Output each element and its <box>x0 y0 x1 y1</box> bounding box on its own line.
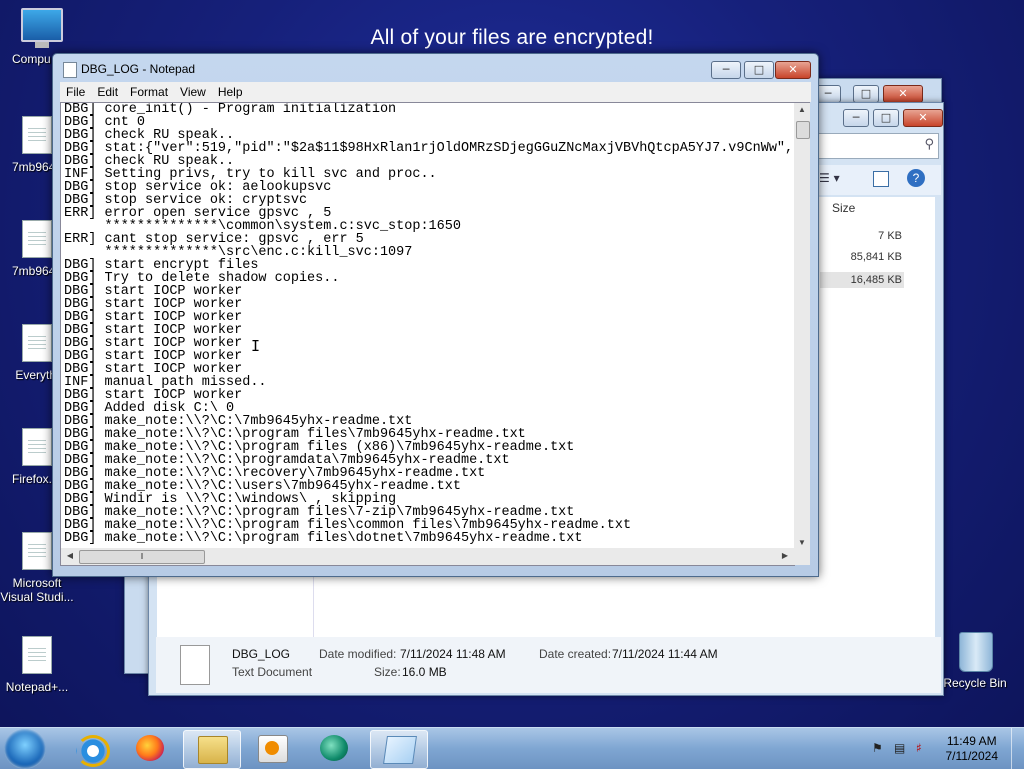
size-grip[interactable] <box>794 548 810 565</box>
menu-view[interactable]: View <box>174 82 212 99</box>
size-column-header[interactable]: Size <box>832 201 855 215</box>
taskbar-notepad[interactable] <box>370 730 428 769</box>
scroll-up-icon[interactable]: ▲ <box>794 105 810 114</box>
details-created-label: Date created: <box>539 647 612 661</box>
vertical-scrollbar[interactable]: ▲ ▼ <box>794 102 810 550</box>
menu-format[interactable]: Format <box>124 82 174 99</box>
maximize-button[interactable]: □ <box>853 85 879 103</box>
desktop-icon-label: Microsoft Visual Studi... <box>0 576 74 604</box>
scroll-down-icon[interactable]: ▼ <box>794 538 810 547</box>
text-document-icon <box>180 645 210 685</box>
details-created-value: 7/11/2024 11:44 AM <box>612 647 718 661</box>
desktop-icon-label: Recycle Bin <box>943 676 1007 690</box>
text-editor[interactable]: DBG] core_init() - Program initializatio… <box>60 102 795 550</box>
clock[interactable]: 11:49 AM 7/11/2024 <box>946 734 999 764</box>
computer-icon <box>21 8 63 48</box>
maximize-button[interactable]: □ <box>744 61 774 79</box>
maximize-button[interactable]: □ <box>873 109 899 127</box>
notepad-window[interactable]: DBG_LOG - Notepad ─ □ ✕ File Edit Format Vi… <box>52 53 819 577</box>
taskbar-media-player[interactable] <box>244 730 300 767</box>
scrollbar-thumb[interactable] <box>796 121 810 139</box>
start-button[interactable] <box>4 729 46 769</box>
desktop-icon-label: Notepad+... <box>5 680 69 694</box>
text-file-icon <box>21 220 53 260</box>
file-icon <box>21 324 53 364</box>
size-cell-selected: 16,485 KB <box>820 272 904 288</box>
details-pane: DBG_LOG Text Document Date modified: 7/1… <box>156 637 941 693</box>
recycle-bin-icon <box>959 632 993 672</box>
search-icon: ⚲ <box>924 137 934 152</box>
file-icon <box>21 428 53 468</box>
desktop-icon-notepad-plus[interactable]: Notepad+... <box>0 636 74 694</box>
details-size-value: 16.0 MB <box>402 665 447 679</box>
details-modified-label: Date modified: <box>319 647 397 661</box>
close-button[interactable]: ✕ <box>883 85 923 103</box>
file-icon <box>21 532 53 572</box>
log-line: DBG] make_note:\\?\C:\program files\dotn… <box>64 531 583 546</box>
notepad-icon <box>63 62 77 78</box>
taskbar-file-explorer[interactable] <box>183 730 241 769</box>
menu-file[interactable]: File <box>60 82 91 99</box>
folder-icon <box>198 736 228 764</box>
network-icon[interactable]: ▤ <box>894 741 908 755</box>
notepad-icon <box>383 736 417 764</box>
taskbar: ⚑ ▤ ♯ 11:49 AM 7/11/2024 <box>0 727 1024 769</box>
taskbar-app[interactable] <box>306 730 362 767</box>
scrollbar-thumb[interactable]: ‖ <box>79 550 205 564</box>
log-text[interactable]: DBG] core_init() - Program initializatio… <box>61 103 794 545</box>
details-file-type: Text Document <box>232 665 313 679</box>
system-tray: ⚑ ▤ ♯ 11:49 AM 7/11/2024 <box>864 728 1024 769</box>
explorer-toolbar: ☰ ▾ ? <box>817 165 941 195</box>
action-center-flag-icon[interactable]: ⚑ <box>872 741 886 755</box>
app-icon <box>320 735 348 761</box>
file-icon <box>21 636 53 676</box>
log-line: DBG] core_init() - Program initializatio… <box>64 102 397 117</box>
desktop-icon-recycle-bin[interactable]: Recycle Bin <box>938 632 1012 690</box>
details-file-name: DBG_LOG <box>232 647 291 661</box>
view-options-icon[interactable]: ☰ ▾ <box>819 171 840 185</box>
preview-pane-icon[interactable] <box>873 171 889 187</box>
scroll-left-icon[interactable]: ◀ <box>62 551 78 560</box>
clock-date: 7/11/2024 <box>945 749 999 763</box>
size-cell: 85,841 KB <box>850 251 902 263</box>
volume-muted-icon[interactable]: ♯ <box>916 741 930 755</box>
firefox-icon <box>136 735 164 761</box>
internet-explorer-icon <box>76 735 110 767</box>
close-button[interactable]: ✕ <box>903 109 943 127</box>
size-cell: 7 KB <box>878 230 902 242</box>
scroll-right-icon[interactable]: ▶ <box>777 551 793 560</box>
text-cursor-icon: I <box>251 337 261 355</box>
minimize-button[interactable]: ─ <box>843 109 869 127</box>
clock-time: 11:49 AM <box>946 734 997 748</box>
details-size-label: Size: <box>374 665 401 679</box>
search-input[interactable]: ⚲ <box>817 133 939 159</box>
menu-bar: File Edit Format View Help <box>60 82 811 102</box>
minimize-button[interactable]: ─ <box>711 61 741 79</box>
help-icon[interactable]: ? <box>907 169 925 187</box>
text-file-icon <box>21 116 53 156</box>
details-modified-value: 7/11/2024 11:48 AM <box>400 647 506 661</box>
horizontal-scrollbar[interactable]: ◀ ‖ ▶ <box>60 548 795 566</box>
taskbar-firefox[interactable] <box>122 730 178 767</box>
size-column: Size 7 KB 85,841 KB 16,485 KB <box>818 196 906 292</box>
window-title: DBG_LOG - Notepad <box>81 62 196 76</box>
show-desktop-button[interactable] <box>1011 728 1024 769</box>
menu-edit[interactable]: Edit <box>91 82 124 99</box>
close-button[interactable]: ✕ <box>775 61 811 79</box>
taskbar-internet-explorer[interactable] <box>62 730 118 767</box>
media-player-icon <box>258 735 288 763</box>
wallpaper-banner: All of your files are encrypted! <box>370 26 654 49</box>
menu-help[interactable]: Help <box>212 82 249 99</box>
